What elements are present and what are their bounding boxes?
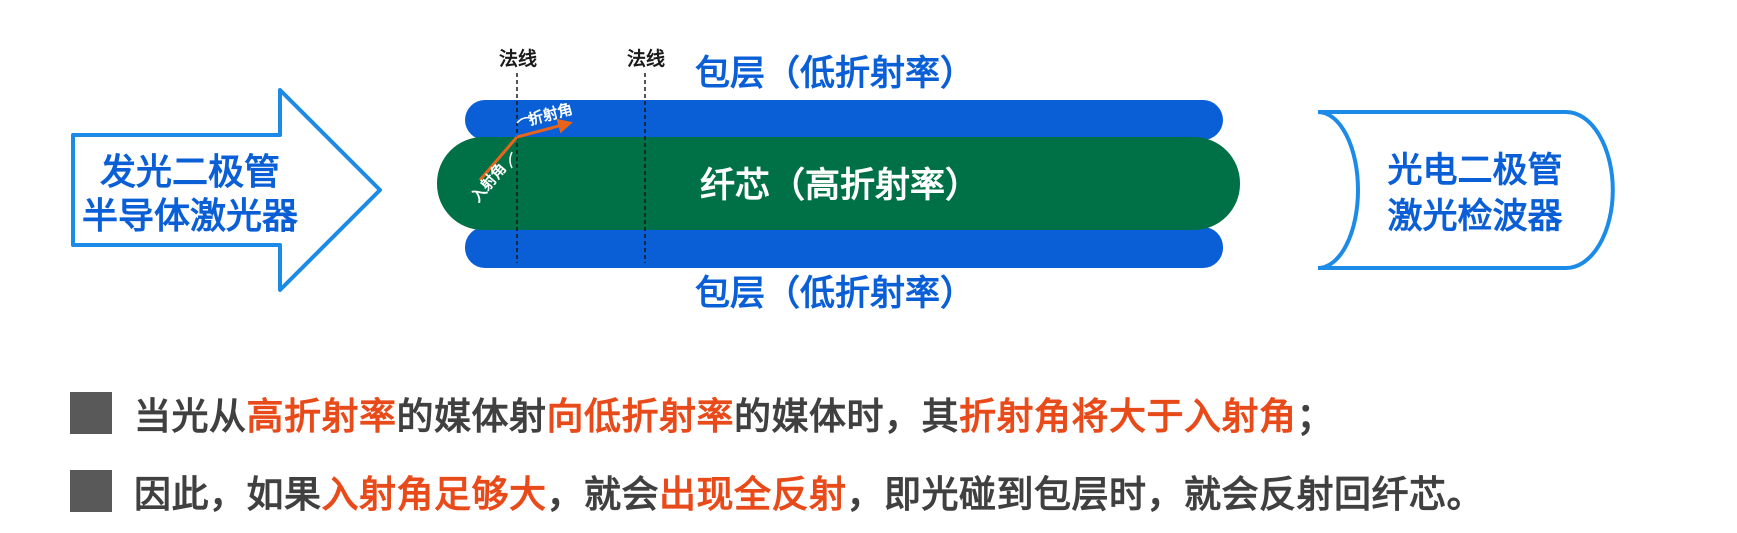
- bullet-text-segment: 的媒体射: [396, 395, 547, 438]
- normal-label-2: 法线: [627, 47, 665, 70]
- source-label-line2: 半导体激光器: [82, 196, 299, 237]
- bullet-text-segment: ，即光碰到包层时，就会反射回纤芯。: [846, 473, 1484, 516]
- detector-label-line1: 光电二极管: [1387, 151, 1562, 191]
- optical-fiber-diagram: 发光二极管 半导体激光器 包层（低折射率） 包层（低折射率） 纤芯（高折射率） …: [71, 47, 1615, 314]
- cladding-top-label: 包层（低折射率）: [695, 54, 975, 94]
- bullet-line-1: 当光从 高折射率 的媒体射 向低折射率 的媒体时，其 折射角将大于入射角；: [70, 388, 1334, 438]
- bullet-text-segment: ，就会: [546, 473, 659, 516]
- bullet-text-segment: 当光从: [134, 395, 247, 438]
- detector-shape: 光电二极管 激光检波器: [1317, 110, 1615, 270]
- bullet-highlight-segment: 向低折射率: [546, 395, 734, 438]
- bullet-text-segment: 因此，如果: [134, 473, 322, 516]
- bullet-line-2: 因此，如果 入射角足够大 ，就会 出现全反射 ，即光碰到包层时，就会反射回纤芯。: [70, 466, 1484, 516]
- bullet-text-segment: 的媒体时，其: [734, 395, 959, 438]
- light-source-arrow: 发光二极管 半导体激光器: [71, 88, 382, 292]
- bullet-square-icon: [70, 470, 112, 512]
- bullet-square-icon: [70, 392, 112, 434]
- bullet-highlight-segment: 折射角将大于入射角: [959, 395, 1297, 438]
- bullet-highlight-segment: 入射角足够大: [321, 473, 547, 516]
- core-label: 纤芯（高折射率）: [700, 166, 980, 206]
- detector-label-line2: 激光检波器: [1387, 197, 1563, 237]
- cladding-top: [465, 100, 1223, 140]
- bullet-highlight-segment: 出现全反射: [659, 473, 847, 516]
- bullet-highlight-segment: 高折射率: [246, 395, 397, 438]
- bullet-text-segment: ；: [1296, 395, 1334, 438]
- normal-label-1: 法线: [499, 47, 537, 70]
- cladding-bottom-label: 包层（低折射率）: [695, 274, 975, 314]
- source-label-line1: 发光二极管: [100, 152, 280, 193]
- cladding-bottom: [465, 227, 1223, 268]
